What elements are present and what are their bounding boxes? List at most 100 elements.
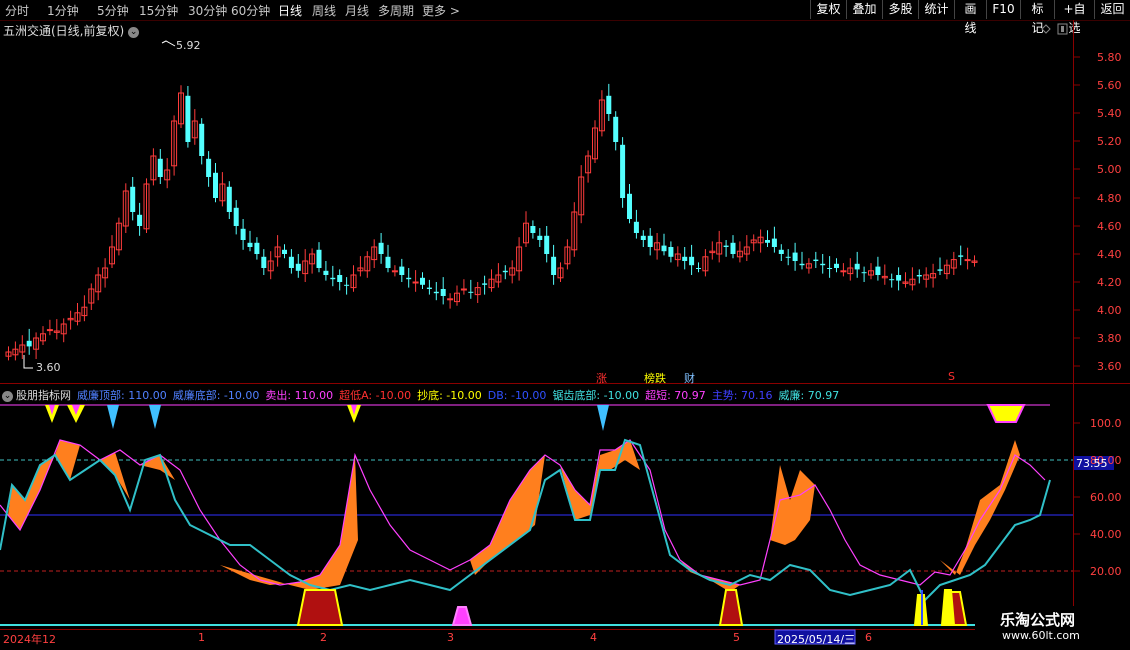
candle-down	[157, 158, 163, 177]
watermark-title: 乐淘公式网	[1000, 611, 1076, 629]
candle-down	[344, 284, 350, 286]
candle-down	[330, 277, 336, 280]
candle-up	[840, 270, 847, 273]
date-tick-label: 6	[865, 631, 872, 644]
event-tag-list[interactable]: 榜跌	[644, 370, 666, 386]
candle-down	[288, 256, 294, 268]
candle-down	[723, 245, 729, 247]
candle-down	[226, 186, 232, 212]
candle-down	[606, 95, 612, 114]
candle-down	[323, 270, 329, 275]
candle-up	[964, 259, 971, 262]
candle-down	[696, 268, 701, 269]
price-axis-ticks	[1074, 56, 1080, 367]
indicator-name[interactable]: 股朋指标网	[16, 389, 71, 402]
candle-down	[399, 266, 405, 275]
candle-up	[447, 298, 454, 301]
orange-band	[140, 455, 175, 480]
candle-down	[730, 242, 736, 254]
candle-down	[502, 270, 508, 273]
candle-down	[295, 263, 301, 271]
candle-down	[889, 279, 895, 281]
top-zone	[986, 404, 1026, 423]
candle-down	[958, 255, 964, 257]
candle-down	[799, 263, 805, 266]
candle-down	[668, 247, 674, 257]
indicator-axis-ticks	[1074, 422, 1080, 572]
candle-up	[391, 270, 398, 273]
candle-up	[460, 288, 467, 291]
candle-down	[482, 283, 488, 285]
price-tick-label: 5.80	[1097, 51, 1122, 64]
candle-down	[385, 256, 391, 268]
candle-down	[689, 256, 695, 266]
chart-canvas[interactable]	[0, 0, 1130, 650]
price-tick-label: 3.60	[1097, 360, 1122, 373]
event-tag-rise[interactable]: 涨	[596, 370, 607, 386]
candle-down	[551, 256, 557, 275]
candle-down	[937, 269, 943, 271]
price-tick-label: 5.00	[1097, 163, 1122, 176]
candle-down	[530, 226, 536, 233]
orange-band	[680, 560, 740, 592]
candle-down	[240, 228, 246, 240]
date-tick-label: 5	[733, 631, 740, 644]
candle-down	[213, 172, 218, 198]
top-marker	[149, 405, 161, 429]
orange-band	[220, 455, 358, 590]
chevron-down-icon[interactable]: ⌄	[2, 391, 13, 402]
candle-down	[661, 245, 667, 252]
candlestick-series	[5, 83, 978, 361]
scroll-icon[interactable]	[1057, 23, 1068, 35]
top-marker	[107, 405, 119, 429]
param-super-low: 超低A: -10.00	[339, 389, 412, 402]
cursor-date-label: 2025/05/14/三	[777, 633, 856, 646]
bottom-marker	[940, 589, 956, 626]
candle-down	[440, 289, 446, 296]
candle-down	[378, 242, 384, 254]
date-tick-label: 2	[320, 631, 327, 644]
date-tick-label: 4	[590, 631, 597, 644]
event-tag-finance[interactable]: 财	[684, 370, 695, 386]
candle-down	[185, 95, 191, 142]
price-tick-label: 3.80	[1097, 332, 1122, 345]
indicator-series	[0, 404, 1073, 626]
price-tick-label: 4.00	[1097, 304, 1122, 317]
candle-up	[412, 281, 419, 284]
candle-down	[785, 256, 791, 258]
candle-down	[834, 263, 839, 268]
indicator-current-value: 73.55	[1076, 457, 1108, 470]
candle-down	[875, 266, 881, 275]
candle-down	[433, 291, 439, 294]
high-marker	[161, 40, 176, 47]
candle-down	[827, 268, 833, 269]
candle-down	[406, 277, 412, 280]
candle-down	[537, 235, 543, 240]
date-tick-label: 2024年12	[3, 633, 56, 646]
param-bottom-fish: 抄底: -10.00	[417, 389, 482, 402]
price-tick-label: 5.40	[1097, 107, 1122, 120]
candle-down	[820, 263, 826, 266]
high-price-label: 5.92	[176, 39, 201, 52]
candle-down	[206, 158, 212, 177]
candle-down	[233, 207, 239, 226]
candle-down	[420, 277, 425, 285]
diamond-icon[interactable]	[1041, 24, 1051, 34]
indicator-tick-label: 100.0	[1090, 417, 1122, 430]
indicator-tick-label: 20.00	[1090, 565, 1122, 578]
bottom-zone	[718, 589, 744, 626]
candle-down	[682, 256, 688, 261]
sell-zone	[451, 606, 473, 626]
candle-down	[627, 193, 632, 219]
price-tick-label: 4.60	[1097, 220, 1122, 233]
candle-down	[896, 275, 902, 281]
orange-band	[770, 465, 815, 545]
candle-down	[854, 263, 860, 270]
low-price-label: 3.60	[36, 361, 61, 374]
param-williams: 威廉: 70.97	[778, 389, 840, 402]
date-tick-label: 1	[198, 631, 205, 644]
candle-down	[130, 186, 136, 212]
event-tag-s[interactable]: S	[948, 370, 955, 383]
bottom-zone	[296, 589, 344, 626]
watermark-url: www.60lt.com	[1002, 629, 1080, 642]
